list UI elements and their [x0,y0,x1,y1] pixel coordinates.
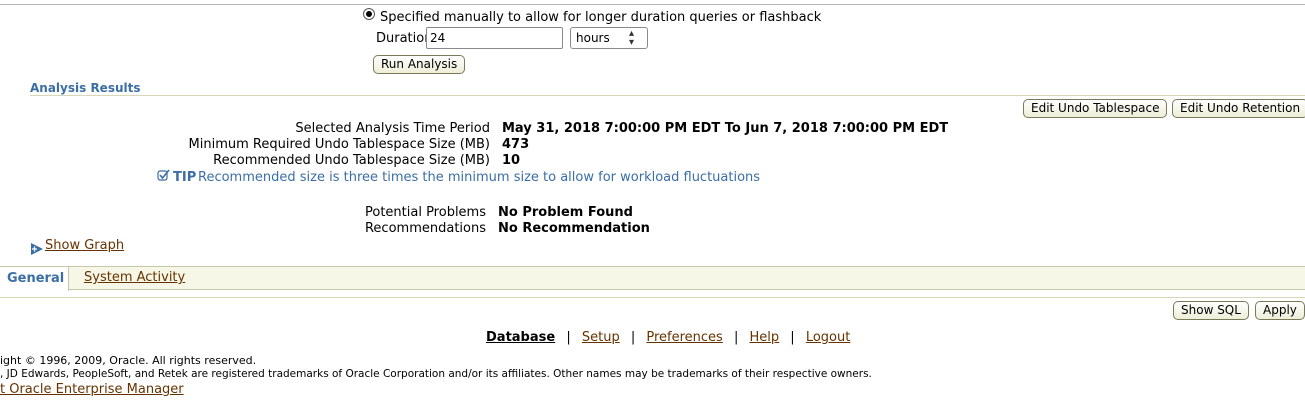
recommended-size-value: 10 [502,153,521,168]
duration-input[interactable] [426,27,563,49]
tip-check-icon [157,169,170,182]
footer-separator: | [630,330,636,345]
duration-label: Duration [376,31,433,46]
footer-link-setup[interactable]: Setup [582,330,620,345]
select-arrows-icon: ▴ ▾ [629,28,635,48]
tip-text: Recommended size is three times the mini… [198,170,761,185]
actions-divider [0,297,1305,298]
manual-retention-label: Specified manually to allow for longer d… [380,10,822,25]
apply-button[interactable]: Apply [1255,301,1305,320]
show-graph-link[interactable]: Show Graph [45,238,124,253]
trademark-text: , JD Edwards, PeopleSoft, and Retek are … [0,368,872,380]
min-size-label: Minimum Required Undo Tablespace Size (M… [188,137,490,152]
potential-problems-value: No Problem Found [498,205,633,220]
run-analysis-button[interactable]: Run Analysis [373,55,466,74]
footer-link-help[interactable]: Help [750,330,780,345]
tab-general-label: General [7,271,65,286]
show-sql-button[interactable]: Show SQL [1173,301,1249,320]
footer-link-preferences[interactable]: Preferences [646,330,722,345]
tab-general[interactable]: General [0,266,69,291]
footer-separator: | [566,330,571,345]
tab-system-activity[interactable]: System Activity [84,270,185,285]
footer-nav: Database | Setup | Preferences | Help | … [486,330,850,345]
duration-unit-value: hours [576,31,610,45]
top-divider [0,4,1305,5]
recommendations-value: No Recommendation [498,221,650,236]
footer-separator: | [790,330,795,345]
footer-separator: | [733,330,739,345]
tip-label: TIP [173,170,197,185]
duration-unit-select[interactable]: hours ▴ ▾ [570,27,648,49]
about-oem-link[interactable]: t Oracle Enterprise Manager [0,382,184,397]
time-period-label: Selected Analysis Time Period [295,121,490,136]
recommended-size-label: Recommended Undo Tablespace Size (MB) [213,153,490,168]
footer-link-database[interactable]: Database [486,330,555,345]
manual-retention-radio[interactable] [363,8,375,20]
expand-graph-icon[interactable] [30,242,44,256]
recommendations-label: Recommendations [364,221,486,236]
time-period-value: May 31, 2018 7:00:00 PM EDT To Jun 7, 20… [502,121,949,136]
tab-bar [0,266,1305,290]
footer-link-logout[interactable]: Logout [806,330,851,345]
edit-undo-tablespace-button[interactable]: Edit Undo Tablespace [1023,99,1168,118]
analysis-results-heading: Analysis Results [30,81,141,95]
potential-problems-label: Potential Problems [364,205,486,220]
copyright-text: ight © 1996, 2009, Oracle. All rights re… [0,354,257,367]
section-divider [30,95,1305,96]
min-size-value: 473 [502,137,530,152]
edit-undo-retention-button[interactable]: Edit Undo Retention [1172,99,1305,118]
